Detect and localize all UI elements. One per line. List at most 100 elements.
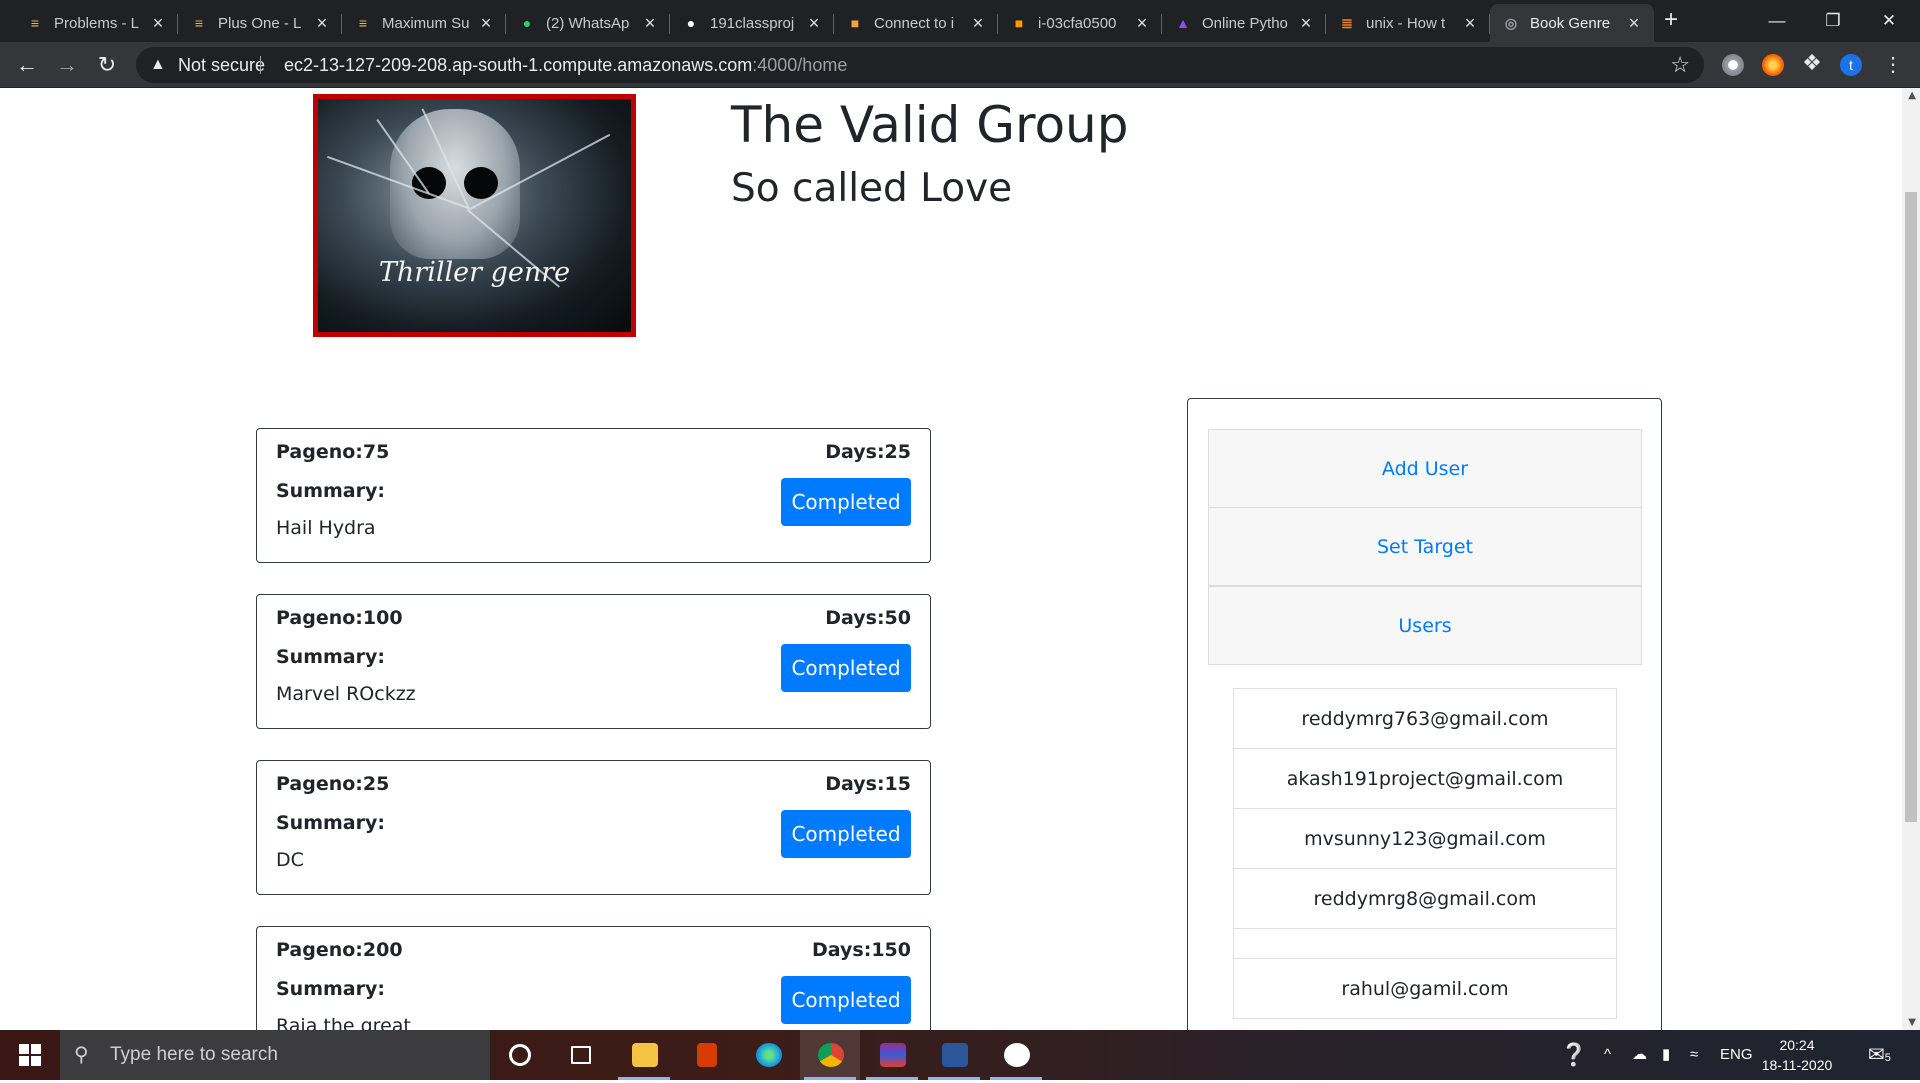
set-target-link[interactable]: Set Target: [1208, 507, 1642, 586]
user-list-item: reddymrg763@gmail.com: [1233, 688, 1617, 749]
scrollbar-thumb[interactable]: [1905, 192, 1917, 822]
forward-button[interactable]: →: [50, 48, 84, 82]
browser-tab[interactable]: ▲ Online Pytho ×: [1162, 4, 1326, 42]
summary-text: Marvel ROckzz: [276, 683, 416, 705]
page-number: Pageno:200: [276, 939, 403, 961]
hackerrank-icon: ≡: [358, 15, 368, 31]
battery-icon[interactable]: ▮: [1662, 1030, 1670, 1080]
user-list: reddymrg763@gmail.com akash191project@gm…: [1233, 688, 1617, 1019]
browser-tab[interactable]: ■ Connect to i ×: [834, 4, 998, 42]
user-list-item: reddymrg8@gmail.com: [1233, 868, 1617, 929]
browser-tab[interactable]: ● 191classproj ×: [670, 4, 834, 42]
url-host: ec2-13-127-209-208.ap-south-1.compute.am…: [284, 55, 753, 75]
book-card: Pageno:25 Days:15 Summary: DC Completed: [256, 760, 931, 895]
page-number: Pageno:25: [276, 773, 390, 795]
summary-text: Hail Hydra: [276, 517, 376, 539]
word-button[interactable]: [924, 1030, 984, 1080]
browser-tab[interactable]: ● (2) WhatsAp ×: [506, 4, 670, 42]
office-button[interactable]: [676, 1030, 736, 1080]
completed-button[interactable]: Completed: [781, 976, 911, 1024]
page-scrollbar[interactable]: ▲ ▼: [1902, 88, 1920, 1030]
start-button[interactable]: [0, 1030, 60, 1080]
search-icon: ⚲: [74, 1044, 89, 1066]
tab-label: Book Genre: [1530, 14, 1611, 32]
add-user-link[interactable]: Add User: [1208, 429, 1642, 508]
close-tab-icon[interactable]: ×: [806, 13, 822, 34]
chrome-icon: [818, 1043, 844, 1067]
user-list-item: [1233, 928, 1617, 959]
users-link[interactable]: Users: [1208, 586, 1642, 665]
file-explorer-button[interactable]: [614, 1030, 674, 1080]
days-count: Days:15: [825, 773, 911, 795]
close-window-button[interactable]: ✕: [1866, 6, 1912, 36]
mongodb-compass-button[interactable]: [986, 1030, 1046, 1080]
close-tab-icon[interactable]: ×: [1298, 13, 1314, 34]
back-button[interactable]: ←: [10, 48, 44, 82]
address-bar[interactable]: ▲ Not secure ec2-13-127-209-208.ap-south…: [136, 47, 1704, 83]
completed-button[interactable]: Completed: [781, 478, 911, 526]
reload-button[interactable]: ↻: [90, 48, 124, 82]
tab-label: Connect to i: [874, 14, 955, 32]
chrome-button[interactable]: [800, 1030, 860, 1080]
browser-menu-icon[interactable]: ⋮: [1876, 48, 1910, 82]
cortana-icon: [509, 1044, 531, 1066]
close-tab-icon[interactable]: ×: [150, 13, 166, 34]
extensions-puzzle-icon[interactable]: ❖: [1801, 52, 1823, 74]
security-label: Not secure: [178, 55, 266, 75]
close-tab-icon[interactable]: ×: [1626, 13, 1642, 34]
winrar-button[interactable]: [862, 1030, 922, 1080]
close-tab-icon[interactable]: ×: [314, 13, 330, 34]
taskbar-search-input[interactable]: ⚲ Type here to search: [60, 1030, 490, 1080]
browser-tab[interactable]: ≡ Plus One - L ×: [178, 4, 342, 42]
browser-tab-strip: ≡ Problems - L × ≡ Plus One - L × ≡ Maximum Su ×…: [0, 0, 1920, 42]
show-hidden-icons[interactable]: ^: [1604, 1030, 1611, 1080]
new-tab-button[interactable]: +: [1656, 6, 1686, 36]
mongodb-leaf-icon: [1004, 1043, 1030, 1067]
close-tab-icon[interactable]: ×: [1134, 13, 1150, 34]
notifications-button[interactable]: ✉5: [1868, 1030, 1891, 1080]
minimize-button[interactable]: —: [1754, 6, 1800, 36]
winrar-icon: [880, 1043, 906, 1067]
clock-time: 20:24: [1779, 1037, 1815, 1053]
tab-label: 191classproj: [710, 14, 795, 32]
scroll-up-icon[interactable]: ▲: [1908, 90, 1916, 101]
language-indicator[interactable]: ENG: [1720, 1030, 1753, 1080]
aws-icon: ■: [1014, 15, 1024, 31]
cortana-button[interactable]: [490, 1030, 550, 1080]
office-icon: [697, 1043, 717, 1067]
browser-tab[interactable]: ≣ unix - How t ×: [1326, 4, 1490, 42]
browser-tab[interactable]: ≡ Maximum Su ×: [342, 4, 506, 42]
summary-text: DC: [276, 849, 304, 871]
bookmark-star-icon[interactable]: ☆: [1670, 47, 1690, 83]
browser-tab[interactable]: ■ i-03cfa0500 ×: [998, 4, 1162, 42]
completed-button[interactable]: Completed: [781, 644, 911, 692]
user-list-item: rahul@gamil.com: [1233, 958, 1617, 1019]
scroll-down-icon[interactable]: ▼: [1908, 1017, 1916, 1028]
user-list-item: mvsunny123@gmail.com: [1233, 808, 1617, 869]
browser-tab[interactable]: ◎ Book Genre ×: [1490, 4, 1654, 42]
summary-label: Summary:: [276, 978, 385, 1000]
user-panel: Add User Set Target Users reddymrg763@gm…: [1187, 398, 1662, 1030]
browser-tab[interactable]: ≡ Problems - L ×: [14, 4, 178, 42]
completed-button[interactable]: Completed: [781, 810, 911, 858]
task-view-button[interactable]: [550, 1030, 610, 1080]
edge-button[interactable]: [738, 1030, 798, 1080]
wifi-icon[interactable]: ≈: [1690, 1030, 1698, 1080]
extension-record-icon[interactable]: [1722, 54, 1744, 76]
page-number: Pageno:75: [276, 441, 390, 463]
extension-fox-icon[interactable]: [1762, 54, 1784, 76]
help-icon[interactable]: ❔: [1560, 1030, 1587, 1080]
profile-avatar[interactable]: t: [1840, 54, 1862, 76]
summary-text: Raja the great: [276, 1015, 411, 1030]
tab-label: Maximum Su: [382, 14, 470, 32]
close-tab-icon[interactable]: ×: [478, 13, 494, 34]
search-placeholder: Type here to search: [110, 1044, 278, 1065]
restore-button[interactable]: ❐: [1810, 6, 1856, 36]
warning-icon: ▲: [150, 56, 166, 73]
close-tab-icon[interactable]: ×: [970, 13, 986, 34]
system-clock[interactable]: 20:24 18-11-2020: [1752, 1035, 1842, 1075]
tab-label: Online Pytho: [1202, 14, 1288, 32]
close-tab-icon[interactable]: ×: [1462, 13, 1478, 34]
close-tab-icon[interactable]: ×: [642, 13, 658, 34]
onedrive-icon[interactable]: ☁: [1632, 1030, 1647, 1080]
